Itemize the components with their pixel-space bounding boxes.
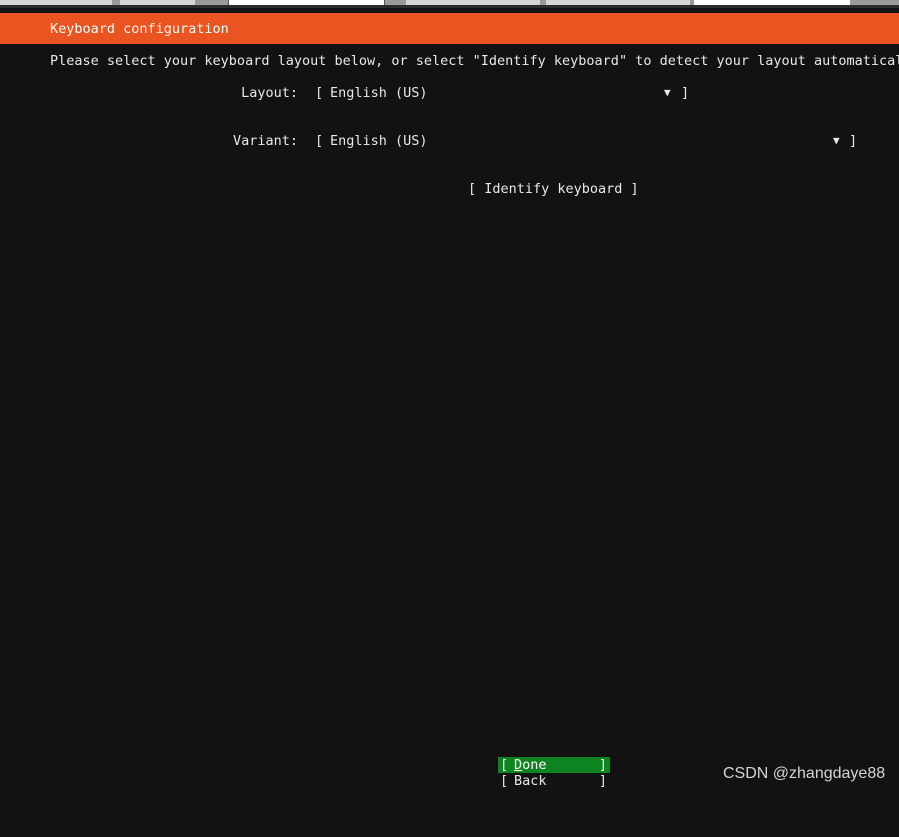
- watermark: CSDN @zhangdaye88: [723, 765, 886, 782]
- layout-bracket-close: ]: [681, 85, 690, 101]
- back-button[interactable]: [ Back ]: [498, 773, 610, 789]
- layout-bracket-open: [: [315, 85, 324, 101]
- variant-dropdown[interactable]: [ English (US) ▼ ]: [315, 133, 865, 149]
- back-bracket-open: [: [500, 773, 509, 789]
- instructions-text: Please select your keyboard layout below…: [50, 53, 899, 69]
- variant-bracket-open: [: [315, 133, 324, 149]
- page-title: Keyboard configuration: [50, 21, 229, 37]
- done-bracket-close: ]: [598, 757, 607, 773]
- done-label: Done: [514, 757, 547, 773]
- variant-label: Variant:: [232, 133, 298, 149]
- chevron-down-icon: ▼: [664, 86, 671, 99]
- window-divider: [0, 5, 899, 8]
- back-label: Back: [514, 773, 547, 789]
- layout-dropdown[interactable]: [ English (US) ▼ ]: [315, 85, 695, 101]
- done-bracket-open: [: [500, 757, 509, 773]
- title-bar: Keyboard configuration: [0, 13, 899, 44]
- variant-bracket-close: ]: [849, 133, 858, 149]
- variant-value: English (US): [330, 133, 428, 149]
- chevron-down-icon: ▼: [833, 134, 840, 147]
- back-bracket-close: ]: [598, 773, 607, 789]
- layout-value: English (US): [330, 85, 428, 101]
- done-button[interactable]: [ Done ]: [498, 757, 610, 773]
- layout-label: Layout:: [241, 85, 298, 101]
- identify-keyboard-button[interactable]: [ Identify keyboard ]: [468, 181, 639, 197]
